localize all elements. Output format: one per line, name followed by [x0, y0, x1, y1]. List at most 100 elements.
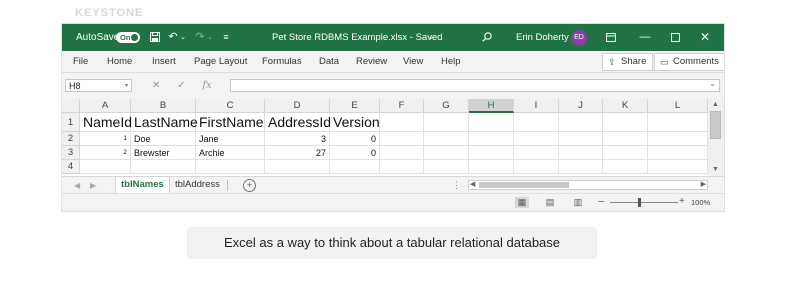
cell-a3[interactable]: 2	[80, 146, 131, 160]
zoom-level[interactable]: 100%	[691, 198, 710, 207]
undo-dropdown-icon[interactable]: ⌄	[179, 24, 187, 51]
row-header-4[interactable]: 4	[62, 160, 80, 174]
column-header-a[interactable]: A	[80, 99, 131, 113]
row-header-1[interactable]: 1	[62, 113, 80, 132]
avatar[interactable]: ED	[571, 30, 587, 46]
ribbon-display-icon[interactable]	[604, 24, 618, 51]
cell-l1[interactable]	[648, 113, 708, 132]
cell-h1[interactable]	[469, 113, 514, 132]
page-break-view-icon[interactable]: ▥	[571, 197, 585, 208]
cell-i2[interactable]	[514, 132, 559, 146]
zoom-slider-knob[interactable]	[638, 198, 641, 207]
page-layout-view-icon[interactable]: ▤	[543, 197, 557, 208]
cell-i1[interactable]	[514, 113, 559, 132]
maximize-icon[interactable]	[668, 24, 682, 51]
menu-file[interactable]: File	[73, 51, 88, 72]
scroll-left-icon[interactable]: ◀	[470, 180, 475, 188]
save-icon[interactable]	[148, 24, 162, 51]
cell-f4[interactable]	[380, 160, 424, 174]
cell-e2[interactable]: 0	[330, 132, 380, 146]
column-header-c[interactable]: C	[196, 99, 265, 113]
cell-k4[interactable]	[603, 160, 648, 174]
cell-a1[interactable]: NameId	[80, 113, 132, 132]
cell-k1[interactable]	[603, 113, 648, 132]
customize-toolbar-icon[interactable]: ≡	[220, 24, 232, 51]
scroll-down-icon[interactable]: ▼	[710, 165, 721, 175]
cell-k2[interactable]	[603, 132, 648, 146]
column-header-k[interactable]: K	[603, 99, 648, 113]
menu-page-layout[interactable]: Page Layout	[194, 51, 247, 72]
horizontal-scrollbar[interactable]: ◀ ▶	[468, 180, 708, 190]
insert-function-icon[interactable]: fx	[202, 80, 211, 91]
cell-j2[interactable]	[559, 132, 603, 146]
cell-d1[interactable]: AddressId	[265, 113, 331, 132]
name-box[interactable]: H8 ▾	[65, 79, 132, 92]
cell-i4[interactable]	[514, 160, 559, 174]
redo-dropdown-icon[interactable]: ⌄	[206, 24, 214, 51]
column-header-h[interactable]: H	[469, 99, 514, 113]
cell-b3[interactable]: Brewster	[131, 146, 196, 160]
expand-formula-bar-icon[interactable]: ⌄	[709, 79, 716, 88]
redo-icon[interactable]: ↷	[193, 24, 207, 51]
cell-h4[interactable]	[469, 160, 514, 174]
cell-g3[interactable]	[424, 146, 469, 160]
cell-e1[interactable]: Version	[330, 113, 380, 132]
previous-sheet-icon[interactable]: ◀	[74, 177, 80, 194]
cell-l4[interactable]	[648, 160, 708, 174]
menu-view[interactable]: View	[403, 51, 423, 72]
column-header-j[interactable]: J	[559, 99, 603, 113]
cancel-icon[interactable]: ✕	[152, 80, 160, 91]
normal-view-icon[interactable]: ▦	[515, 197, 529, 208]
cell-g4[interactable]	[424, 160, 469, 174]
menu-home[interactable]: Home	[107, 51, 132, 72]
menu-review[interactable]: Review	[356, 51, 387, 72]
row-header-3[interactable]: 3	[62, 146, 80, 160]
search-icon[interactable]	[480, 24, 494, 51]
add-sheet-icon[interactable]: +	[243, 179, 256, 192]
column-header-e[interactable]: E	[330, 99, 380, 113]
cell-g2[interactable]	[424, 132, 469, 146]
cell-d3[interactable]: 27	[265, 146, 330, 160]
zoom-slider-track[interactable]	[610, 202, 678, 203]
column-header-f[interactable]: F	[380, 99, 424, 113]
zoom-in-icon[interactable]: +	[679, 196, 685, 207]
cell-e4[interactable]	[330, 160, 380, 174]
vertical-scrollbar[interactable]: ▲ ▼	[708, 99, 724, 176]
column-header-d[interactable]: D	[265, 99, 330, 113]
column-header-g[interactable]: G	[424, 99, 469, 113]
comments-button[interactable]: ▭ Comments	[654, 53, 724, 71]
tab-tbladdress[interactable]: tblAddress	[170, 177, 225, 193]
column-header-l[interactable]: L	[648, 99, 708, 113]
vertical-scroll-thumb[interactable]	[710, 111, 721, 139]
cell-c2[interactable]: Jane	[196, 132, 265, 146]
cell-b1[interactable]: LastName	[131, 113, 198, 132]
horizontal-scroll-thumb[interactable]	[479, 182, 569, 188]
column-header-i[interactable]: I	[514, 99, 559, 113]
cell-e3[interactable]: 0	[330, 146, 380, 160]
minimize-icon[interactable]: —	[638, 24, 652, 51]
cell-b4[interactable]	[131, 160, 196, 174]
cell-f2[interactable]	[380, 132, 424, 146]
zoom-out-icon[interactable]: −	[598, 196, 604, 208]
row-header-2[interactable]: 2	[62, 132, 80, 146]
cell-c3[interactable]: Archie	[196, 146, 265, 160]
select-all-corner[interactable]	[62, 99, 80, 113]
menu-insert[interactable]: Insert	[152, 51, 176, 72]
share-button[interactable]: ⇪ Share	[602, 53, 654, 71]
cell-i3[interactable]	[514, 146, 559, 160]
cell-a2[interactable]: 1	[80, 132, 131, 146]
cell-f3[interactable]	[380, 146, 424, 160]
cell-g1[interactable]	[424, 113, 469, 132]
menu-help[interactable]: Help	[441, 51, 461, 72]
cell-a4[interactable]	[80, 160, 131, 174]
cell-b2[interactable]: Doe	[131, 132, 196, 146]
sheet-bar-resize-handle-icon[interactable]: ⋮	[452, 177, 461, 194]
cell-d4[interactable]	[265, 160, 330, 174]
cell-h3[interactable]	[469, 146, 514, 160]
cell-j3[interactable]	[559, 146, 603, 160]
cell-j1[interactable]	[559, 113, 603, 132]
cell-f1[interactable]	[380, 113, 424, 132]
scroll-right-icon[interactable]: ▶	[701, 180, 706, 188]
formula-bar[interactable]: ⌄	[230, 79, 720, 92]
autosave-toggle[interactable]: On	[116, 32, 140, 43]
